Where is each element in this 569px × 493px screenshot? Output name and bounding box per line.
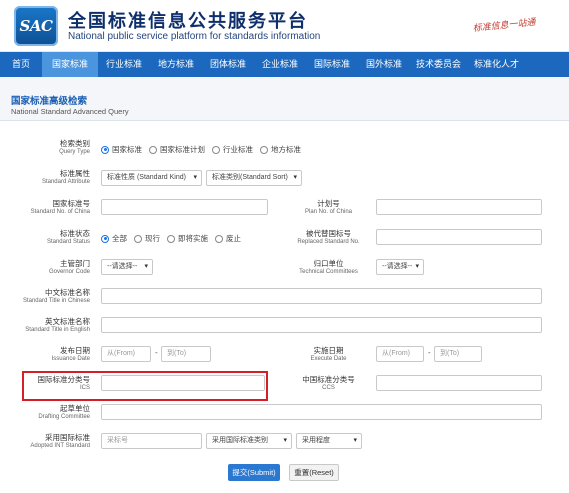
radio-status-abolished[interactable]: 废止 [215,233,241,244]
attribute-label: 标准属性 Standard Attribute [41,169,90,185]
standard-kind-select[interactable]: 标准性质 (Standard Kind) ▾ [101,170,202,186]
execute-date-to-input[interactable]: 到(To) [434,346,482,362]
drafting-committee-label: 起草单位 Drafting Committee [38,404,90,420]
radio-dot-selected-icon [101,145,109,154]
adopted-int-standard-label: 采用国际标准 Adopted INT Standard [30,433,90,449]
issuance-date-from-input[interactable]: 从(From) [101,346,151,362]
nav-industry-standard[interactable]: 行业标准 [98,52,150,77]
site-title: 全国标准信息公共服务平台 [68,11,308,31]
title-english-input[interactable] [101,317,542,333]
title-chinese-label: 中文标准名称 Standard Title in Chinese [22,288,90,304]
adopted-category-select[interactable]: 采用国际标准类别 ▾ [206,433,292,449]
adopted-degree-select[interactable]: 采用程度 ▾ [296,433,362,449]
issuance-date-to-input[interactable]: 到(To) [161,346,211,362]
query-type-radios: 国家标准 国家标准计划 行业标准 地方标准 [101,144,308,155]
radio-dot-selected-icon [101,234,109,243]
standard-status-label: 标准状态 Standard Status [46,229,90,245]
chevron-down-icon: ▾ [415,263,419,270]
execute-date-from-input[interactable]: 从(From) [376,346,424,362]
radio-dot-icon [149,145,157,154]
technical-committees-label: 归口单位 Technical Committees [299,259,358,275]
radio-local-standard[interactable]: 地方标准 [260,144,301,155]
radio-dot-icon [212,145,220,154]
nav-national-standard[interactable]: 国家标准 [42,52,98,77]
execute-date-label: 实施日期 Execute Date [310,346,347,362]
radio-national-standard[interactable]: 国家标准 [101,144,142,155]
query-type-label: 检索类别 Query Type [59,139,90,155]
site-subtitle: National public service platform for sta… [68,31,321,42]
governor-code-label: 主管部门 Governor Code [48,259,90,275]
radio-status-current[interactable]: 现行 [134,233,160,244]
panel-title: 国家标准高级检索 [11,96,88,107]
radio-dot-icon [260,145,268,154]
chevron-down-icon: ▾ [193,174,197,181]
panel-header: 国家标准高级检索 National Standard Advanced Quer… [0,77,569,121]
ccs-input[interactable] [376,375,542,391]
panel-subtitle: National Standard Advanced Query [11,107,129,116]
radio-dot-icon [167,234,175,243]
adopted-standard-no-input[interactable]: 采标号 [101,433,202,449]
date-range-dash: - [155,348,158,357]
reset-button[interactable]: 重置(Reset) [289,464,339,481]
nav-technical-committee[interactable]: 技术委员会 [408,52,466,77]
radio-national-plan[interactable]: 国家标准计划 [149,144,205,155]
plan-no-label: 计划号 Plan No. of China [304,199,353,215]
main-nav: 首页 国家标准 行业标准 地方标准 团体标准 企业标准 国际标准 国外标准 技术… [0,52,569,77]
replaced-standard-input[interactable] [376,229,542,245]
title-english-label: 英文标准名称 Standard Title in English [25,317,90,333]
chevron-down-icon: ▾ [293,174,297,181]
nav-group-standard[interactable]: 团体标准 [202,52,254,77]
ics-highlight-box [22,371,268,401]
site-header: SAC 全国标准信息公共服务平台 National public service… [0,0,569,52]
sac-logo[interactable]: SAC [14,6,58,46]
radio-status-all[interactable]: 全部 [101,233,127,244]
chevron-down-icon: ▾ [283,437,287,444]
standard-no-label: 国家标准号 Standard No. of China [30,199,90,215]
radio-status-upcoming[interactable]: 即将实施 [167,233,208,244]
radio-dot-icon [215,234,223,243]
date-range-dash: - [428,348,431,357]
governor-code-select[interactable]: --请选择-- ▾ [101,259,153,275]
drafting-committee-input[interactable] [101,404,542,420]
chevron-down-icon: ▾ [353,437,357,444]
status-radios: 全部 现行 即将实施 废止 [101,233,248,244]
technical-committees-select[interactable]: --请选择-- ▾ [376,259,424,275]
title-chinese-input[interactable] [101,288,542,304]
submit-button[interactable]: 提交(Submit) [228,464,280,481]
nav-international-standard[interactable]: 国际标准 [306,52,358,77]
standard-no-input[interactable] [101,199,268,215]
nav-enterprise-standard[interactable]: 企业标准 [254,52,306,77]
nav-foreign-standard[interactable]: 国外标准 [358,52,408,77]
radio-dot-icon [134,234,142,243]
nav-home[interactable]: 首页 [0,52,42,77]
ccs-label: 中国标准分类号 CCS [302,375,355,391]
nav-standardization-talent[interactable]: 标准化人才 [466,52,519,77]
slogan-calligraphy: 标准信息一站通 [472,17,537,34]
nav-local-standard[interactable]: 地方标准 [150,52,202,77]
replaced-standard-label: 被代替国标号 Replaced Standard No. [297,229,360,245]
chevron-down-icon: ▾ [144,263,148,270]
radio-industry-standard[interactable]: 行业标准 [212,144,253,155]
standard-sort-select[interactable]: 标准类别(Standard Sort) ▾ [206,170,302,186]
issuance-date-label: 发布日期 Issuance Date [51,346,90,362]
plan-no-input[interactable] [376,199,542,215]
